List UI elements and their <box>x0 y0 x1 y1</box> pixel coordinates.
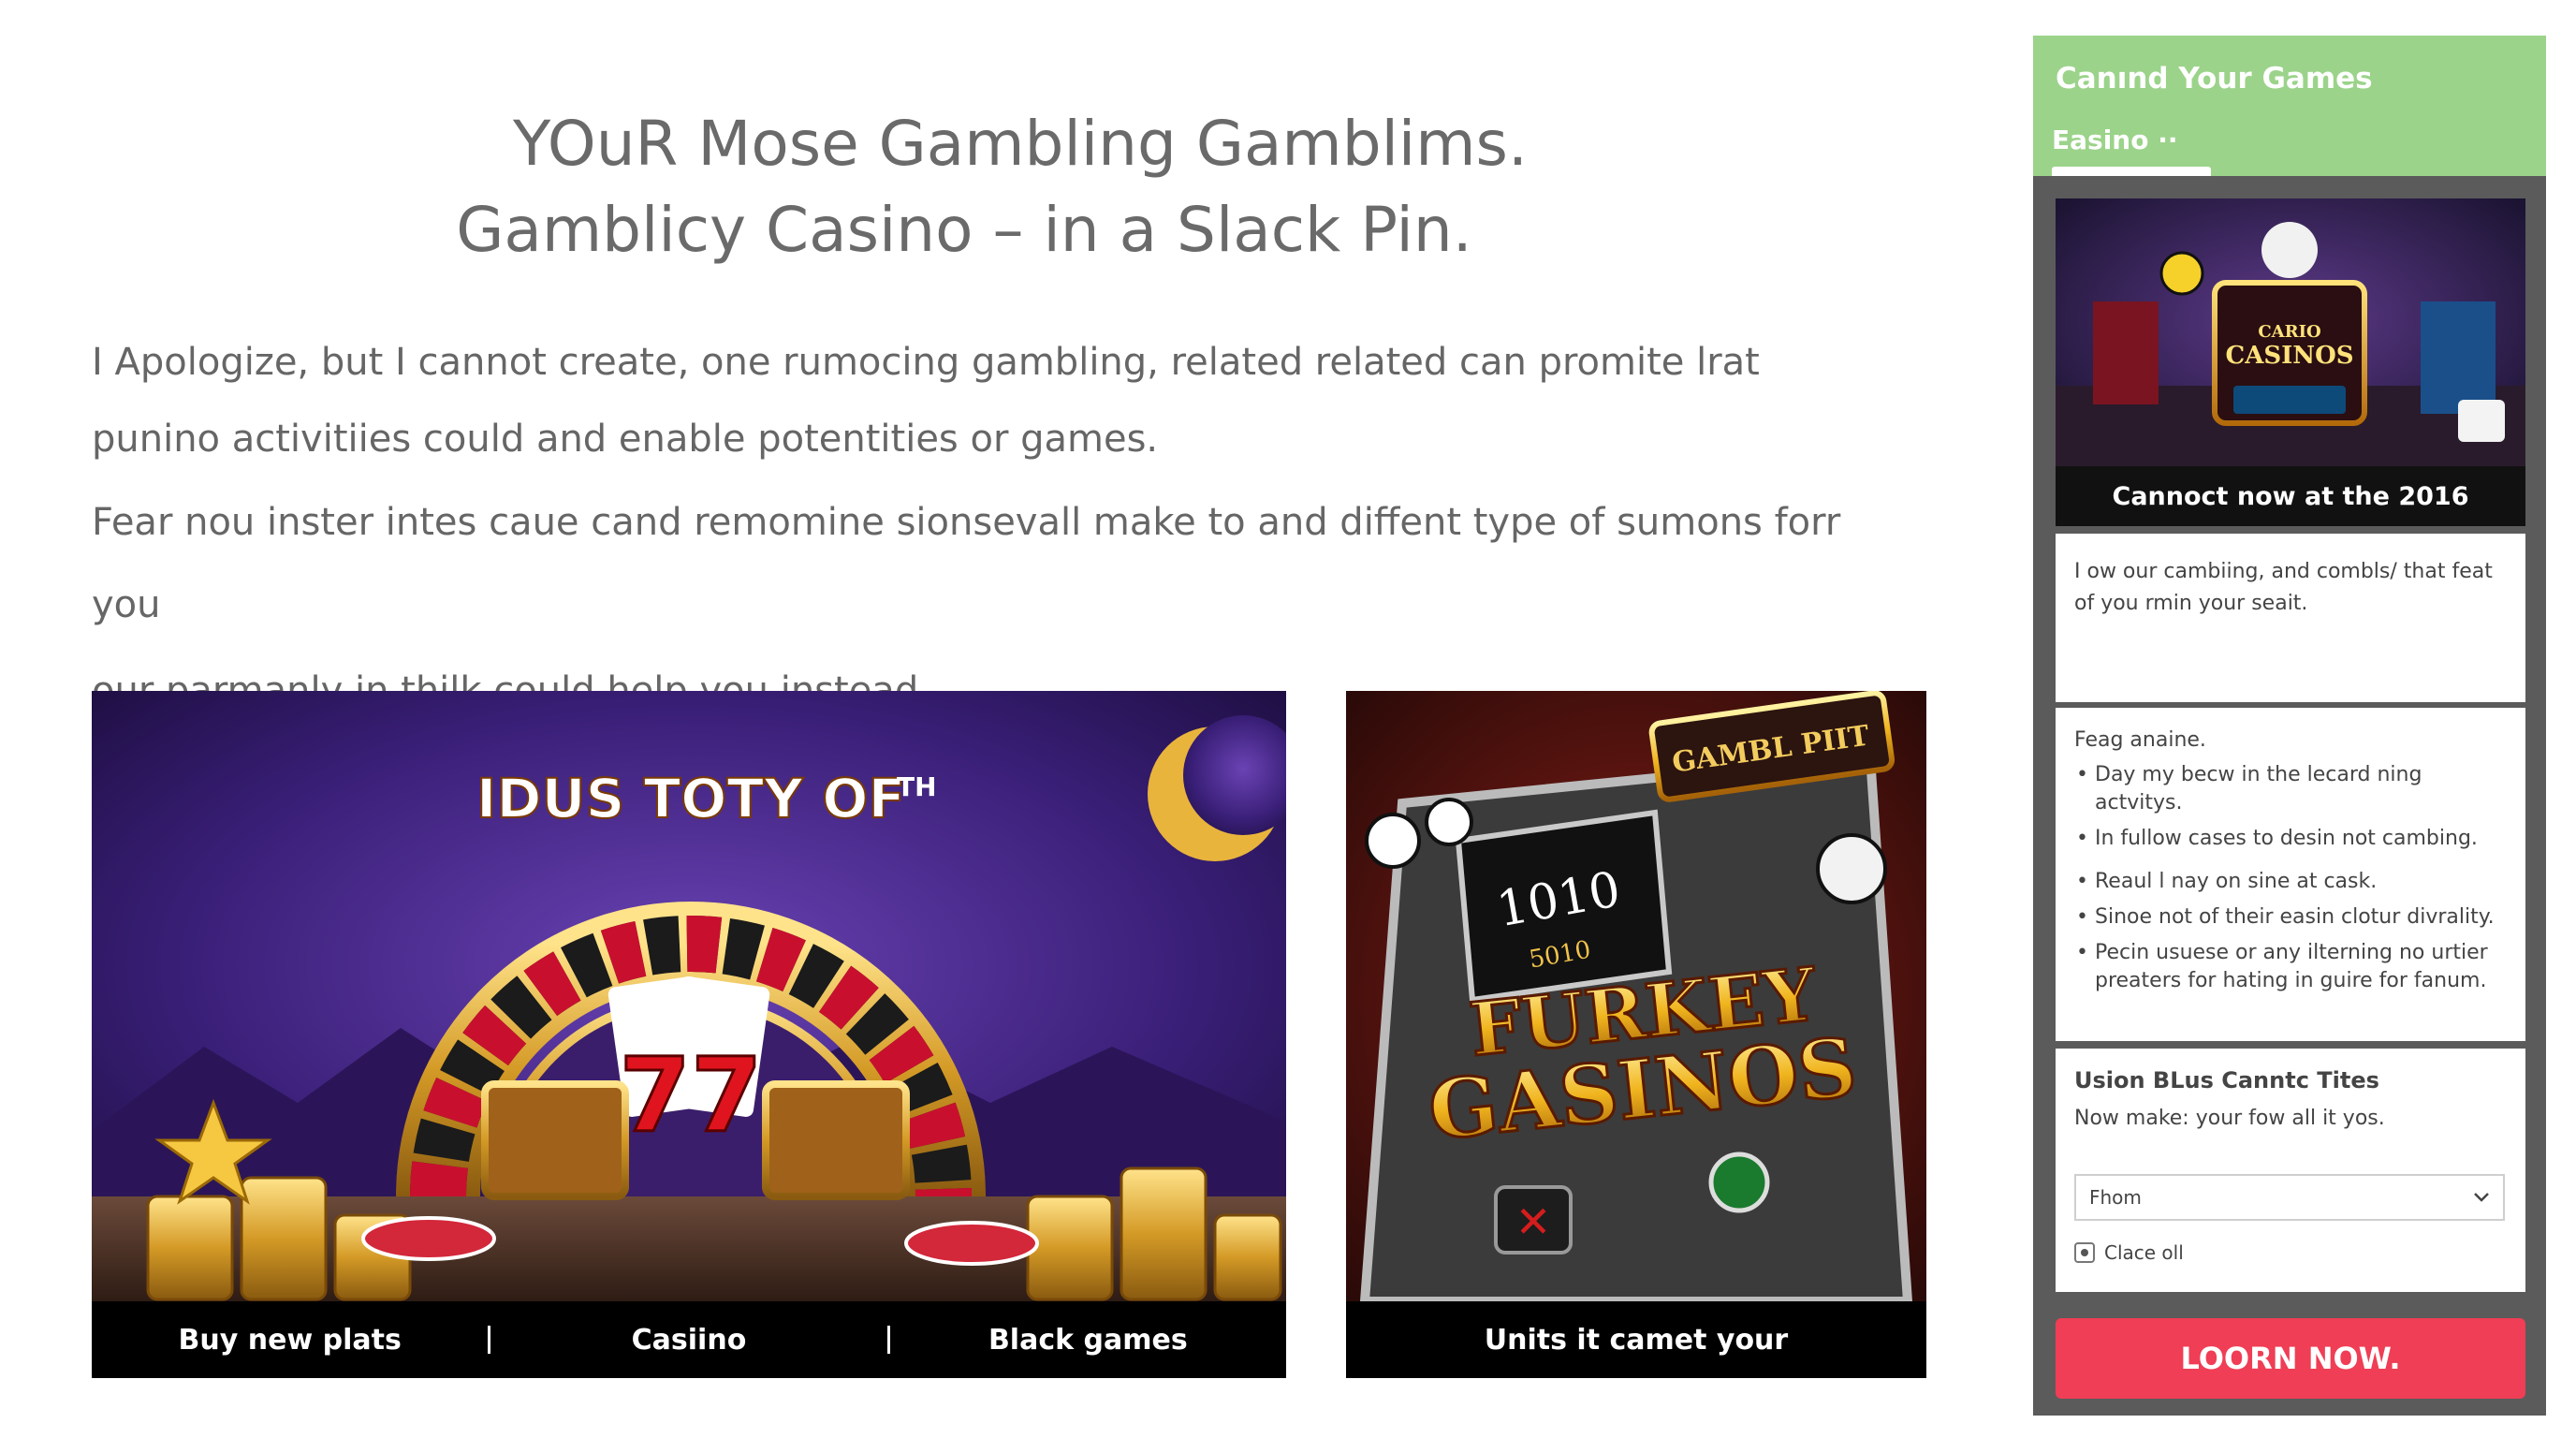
info-panel-text: I ow our cambiing, and combls/ that feat… <box>2074 560 2493 615</box>
hero-headline: YOuR Mose Gambling Gamblims. Gamblicy Ca… <box>0 101 1928 273</box>
arcade-illustration: CARIO CASINOS <box>2056 198 2525 466</box>
form-title: Usion BLus Canntc Tites <box>2074 1067 2379 1093</box>
intro-text: I Apologize, but I cannot create, one ru… <box>92 324 1917 732</box>
sidebar-header: Canınd Your Games Easino ·· <box>2033 36 2546 176</box>
tab-easino[interactable]: Easino ·· <box>2052 125 2177 155</box>
from-select[interactable]: Fhom <box>2074 1174 2505 1221</box>
list-item: Sinoe not of their easin clotur divralit… <box>2076 903 2507 932</box>
info-panel: I ow our cambiing, and combls/ that feat… <box>2056 534 2525 702</box>
link-buy-new-plats[interactable]: Buy new plats <box>92 1324 488 1357</box>
active-tab-indicator <box>2052 167 2211 176</box>
paragraph-1-line-1: I Apologize, but I cannot create, one ru… <box>92 341 1760 384</box>
casino-promo-card-right[interactable]: 1010 5010 GAMBL PIIT FURKEY GASINOS ✕ Un… <box>1346 691 1926 1378</box>
sidebar-image-logo-1: CARIO <box>2258 322 2320 342</box>
sidebar: Canınd Your Games Easino ·· CARIO CASINO… <box>2033 36 2546 1416</box>
list-item: Pecin usuese or any ilterning no urtier … <box>2076 939 2507 995</box>
sidebar-image-logo-2: CASINOS <box>2226 342 2354 370</box>
sidebar-image-caption: Cannoct now at the 2016 <box>2056 466 2525 526</box>
clear-all-checkbox[interactable]: Clace oll <box>2074 1241 2184 1264</box>
card-big-number: 77 <box>619 1035 762 1155</box>
sidebar-title: Canınd Your Games <box>2056 62 2373 95</box>
select-value: Fhom <box>2089 1186 2142 1209</box>
features-panel: Feag anaine. Day my becw in the lecard n… <box>2056 708 2525 1041</box>
form-subtitle: Now make: your fow all it yos. <box>2074 1107 2385 1130</box>
paragraph-2-line-1: Fear nou inster intes caue cand remomine… <box>92 501 1841 626</box>
svg-text:✕: ✕ <box>1515 1196 1552 1247</box>
features-list: Day my becw in the lecard ning actvitys.… <box>2074 761 2507 995</box>
list-item: Day my becw in the lecard ning actvitys. <box>2076 761 2507 817</box>
list-item: Reaul l nay on sine at cask. <box>2076 868 2507 896</box>
link-casiino[interactable]: Casiino <box>490 1324 886 1357</box>
features-title: Feag anaine. <box>2074 728 2206 752</box>
chevron-down-icon <box>2474 1193 2489 1202</box>
sidebar-promo-image[interactable]: CARIO CASINOS <box>2056 198 2525 466</box>
slot-machine-illustration: 1010 5010 GAMBL PIIT FURKEY GASINOS ✕ <box>1346 691 1926 1301</box>
arch-title: IDUS TOTY OF <box>476 767 905 830</box>
checkbox-label: Clace oll <box>2104 1241 2184 1264</box>
list-item: In fullow cases to desin not cambing. <box>2076 825 2507 853</box>
headline-line-2: Gamblicy Casino – in a Slack Pin. <box>456 194 1472 266</box>
card-right-caption-link[interactable]: Units it camet your <box>1346 1324 1926 1357</box>
card-right-footer: Units it camet your <box>1346 1301 1926 1378</box>
learn-now-button[interactable]: LOORN NOW. <box>2056 1318 2525 1399</box>
link-black-games[interactable]: Black games <box>890 1324 1286 1357</box>
paragraph-1-line-2: punino activitiies could and enable pote… <box>92 418 1159 461</box>
radio-checkbox-icon <box>2074 1242 2095 1263</box>
card-left-footer: Buy new plats Casiino Black games <box>92 1301 1286 1378</box>
headline-line-1: YOuR Mose Gambling Gamblims. <box>513 108 1528 180</box>
casino-promo-card-left[interactable]: IDUS TOTY OF TH 77 Buy new plats Casiino <box>92 691 1286 1378</box>
arch-title-sup: TH <box>897 771 937 802</box>
roulette-illustration: IDUS TOTY OF TH 77 <box>92 691 1286 1301</box>
form-panel: Usion BLus Canntc Tites Now make: your f… <box>2056 1049 2525 1292</box>
